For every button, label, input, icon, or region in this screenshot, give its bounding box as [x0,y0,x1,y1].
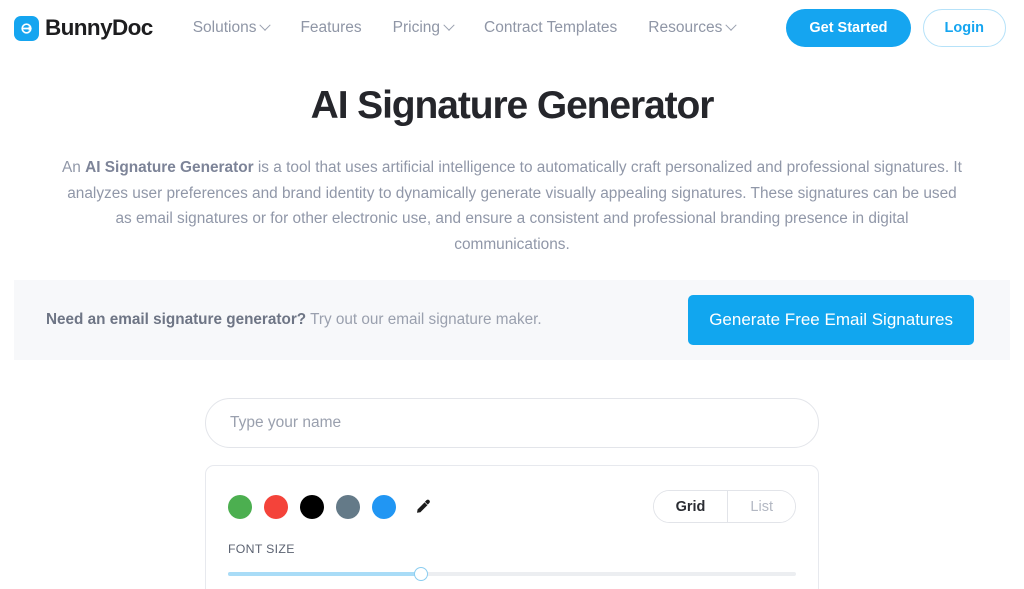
signature-options-panel: Grid List FONT SIZE Font Weight [205,465,819,589]
page-description: An AI Signature Generator is a tool that… [29,155,995,257]
font-size-slider-fill [228,572,422,576]
font-size-slider-thumb[interactable] [414,567,429,581]
color-swatch-blue[interactable] [372,494,396,519]
banner-text: Need an email signature generator? Try o… [46,311,542,329]
get-started-button[interactable]: Get Started [786,9,911,47]
description-lead: An [62,159,86,176]
view-mode-grid-button[interactable]: Grid [653,491,728,522]
nav-item-label: Solutions [192,19,257,36]
banner-prompt-bold: Need an email signature generator? [46,311,307,328]
nav-item-solutions[interactable]: Solutions [192,19,272,37]
banner-prompt-rest: Try out our email signature maker. [306,311,542,328]
signature-generator: Grid List FONT SIZE Font Weight [205,398,819,589]
brand-name: BunnyDoc [45,15,153,40]
nav-item-label: Contract Templates [484,19,618,36]
nav-item-features[interactable]: Features [300,19,361,37]
name-input[interactable] [205,398,819,448]
chevron-down-icon [443,19,455,31]
page-title: AI Signature Generator [310,84,715,127]
font-size-label: FONT SIZE [228,542,295,556]
chevron-down-icon [259,19,272,31]
color-swatch-black[interactable] [300,494,324,519]
view-mode-toggle: Grid List [652,490,796,523]
color-swatches [228,494,433,519]
nav-item-contract-templates[interactable]: Contract Templates [484,19,617,37]
nav-item-label: Features [300,19,362,36]
nav-item-label: Pricing [392,19,441,36]
color-swatch-red[interactable] [264,494,288,519]
chevron-down-icon [725,19,738,31]
color-swatch-green[interactable] [228,494,252,519]
site-header: BunnyDoc Solutions Features Pricing Cont… [0,0,1024,56]
color-swatch-slate[interactable] [336,494,360,519]
nav-item-label: Resources [648,19,723,36]
description-bold-term: AI Signature Generator [85,159,254,176]
generate-free-email-signatures-button[interactable]: Generate Free Email Signatures [688,295,974,345]
panel-toolbar: Grid List [228,490,796,523]
font-size-slider[interactable] [228,565,796,583]
bunnydoc-logo-icon [14,15,39,41]
view-mode-list-button[interactable]: List [727,491,795,522]
header-actions: Get Started Login [786,9,1006,47]
main-nav: Solutions Features Pricing Contract Temp… [193,19,787,37]
nav-item-pricing[interactable]: Pricing [392,19,455,37]
nav-item-resources[interactable]: Resources [648,19,738,37]
eyedropper-icon[interactable] [411,496,433,518]
email-signature-banner: Need an email signature generator? Try o… [14,280,1010,360]
brand-logo[interactable]: BunnyDoc [14,15,153,41]
login-button[interactable]: Login [922,9,1006,47]
